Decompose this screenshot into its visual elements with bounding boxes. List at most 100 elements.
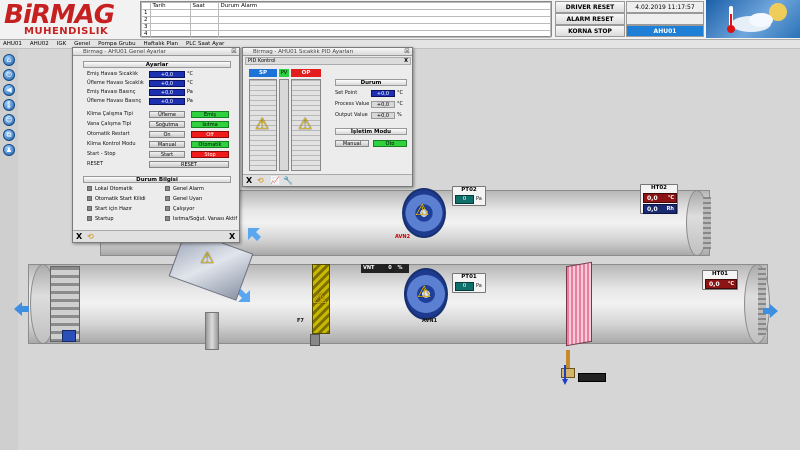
status-label: Genel Uyarı xyxy=(173,196,203,202)
pid-inner-close[interactable]: X xyxy=(404,58,408,65)
inlet-actuator xyxy=(62,330,76,342)
mode-state: Emiş xyxy=(191,111,229,118)
ht01-temp: 0,0 °C xyxy=(705,279,737,289)
ht01-label: HT01 xyxy=(711,271,728,277)
ht01-sensor[interactable]: HT01 0,0 °C xyxy=(702,270,738,290)
filter-label: F7 xyxy=(297,318,304,324)
pt02-value: 0 xyxy=(455,195,474,204)
setting-label: Emiş Havası Basınç xyxy=(87,89,136,95)
sp-header: SP xyxy=(249,69,277,77)
setpoint-label: Set Point xyxy=(335,90,358,96)
setting-value[interactable]: +0,0 xyxy=(149,89,185,96)
ht02-temp-unit: °C xyxy=(667,195,674,201)
ht02-sensor[interactable]: HT02 0,0 °C 0,0 Rh xyxy=(640,184,678,214)
pt01-label: PT01 xyxy=(461,274,477,280)
process-unit: °C xyxy=(397,101,403,107)
setting-label: Üfleme Havası Sıcaklık xyxy=(87,80,144,86)
process-value: +0,0 xyxy=(371,101,395,108)
menu-item-ahu01[interactable]: AHU01 xyxy=(0,40,25,49)
status-led xyxy=(87,196,92,201)
pt02-label: PT02 xyxy=(461,187,477,193)
alarm-col-status: Durum Alarm xyxy=(217,2,551,10)
table-row[interactable]: 3 xyxy=(141,23,551,31)
pid-tool-icon[interactable]: 🔧 xyxy=(283,176,293,185)
temperature-icon[interactable]: 🌡 xyxy=(3,99,15,111)
pid-inner-title: PID Kontrol X xyxy=(245,57,411,65)
settings-titlebar-close-icon[interactable]: ☒ xyxy=(230,48,238,56)
mode-label: Klima Kontrol Modu xyxy=(87,141,136,147)
setting-value[interactable]: +0,0 xyxy=(149,98,185,105)
korna-stop-button[interactable]: KORNA STOP xyxy=(555,25,625,37)
mode-label: Vana Çalışma Tipi xyxy=(87,121,132,127)
table-row[interactable]: 2 xyxy=(141,16,551,24)
settings-close-button[interactable]: X xyxy=(76,232,82,241)
users-icon[interactable]: ☺ xyxy=(3,114,15,126)
table-row[interactable]: 1 xyxy=(141,9,551,17)
pid-chart-icon[interactable]: 📈 xyxy=(270,176,280,185)
process-label: Process Value xyxy=(335,101,370,107)
company-logo: BiRMAG MUHENDISLIK xyxy=(2,0,137,38)
ht02-rh: 0,0 Rh xyxy=(643,204,677,214)
pt01-sensor[interactable]: PT01 0 Pa xyxy=(452,273,486,293)
pid-close-button[interactable]: X xyxy=(246,176,252,185)
mode-button[interactable]: Start xyxy=(149,151,185,158)
reset-button[interactable]: RESET xyxy=(149,161,229,168)
pt02-sensor[interactable]: PT02 0 Pa xyxy=(452,186,486,206)
op-header: OP xyxy=(291,69,321,77)
user-icon[interactable]: ♟ xyxy=(3,144,15,156)
mode-label: Start - Stop xyxy=(87,151,116,157)
upper-duct-grille xyxy=(703,197,711,249)
filter-sensor xyxy=(310,334,320,346)
mode-button[interactable]: On xyxy=(149,131,185,138)
setting-value[interactable]: +0,0 xyxy=(149,71,185,78)
mode-label: Otomatik Restart xyxy=(87,131,130,137)
pt02-unit: Pa xyxy=(476,196,482,202)
left-toolbar: ⌂ ⏻ ◀ 🌡 ☺ ⧉ ♟ xyxy=(0,50,18,450)
airflow-right-arrow-icon xyxy=(763,304,778,318)
home-icon[interactable]: ⌂ xyxy=(3,54,15,66)
alarm-table: Tarih Saat Durum Alarm 1 2 3 4 xyxy=(140,1,552,38)
status-led xyxy=(87,216,92,221)
status-label: Startup xyxy=(95,216,114,222)
status-label: Start için Hazır xyxy=(95,206,132,212)
mode-button[interactable]: Soğutma xyxy=(149,121,185,128)
mode-button[interactable]: Manual xyxy=(149,141,185,148)
setpoint-value[interactable]: +0,0 xyxy=(371,90,395,97)
airflow-left-arrow-icon xyxy=(14,302,29,316)
unit-name-display: AHU01 xyxy=(626,25,704,37)
mode-state: Otomatik xyxy=(191,141,229,148)
settings-close-right-button[interactable]: X xyxy=(229,232,235,241)
pid-refresh-icon[interactable]: ⟲ xyxy=(257,176,264,185)
driver-reset-button[interactable]: DRIVER RESET xyxy=(555,1,625,13)
menu-item-igk[interactable]: IGK xyxy=(54,40,70,49)
status-label: Genel Alarm xyxy=(173,186,204,192)
back-icon[interactable]: ◀ xyxy=(3,84,15,96)
setting-value[interactable]: +0,0 xyxy=(149,80,185,87)
ht01-temp-value: 0,0 xyxy=(709,281,720,288)
ht02-temp-value: 0,0 xyxy=(647,195,658,202)
pid-inner-title-text: PID Kontrol xyxy=(248,58,276,64)
status-led xyxy=(165,196,170,201)
menu-item-ahu02[interactable]: AHU02 xyxy=(27,40,52,49)
status-label: Otomatik Start Kilidi xyxy=(95,196,146,202)
alarm-col-date: Tarih xyxy=(149,2,191,10)
ht02-rh-value: 0,0 xyxy=(647,206,658,213)
header-bar: BiRMAG MUHENDISLIK Tarih Saat Durum Alar… xyxy=(0,0,800,40)
heating-coil[interactable] xyxy=(566,261,592,347)
general-settings-window: Birmag - AHU01 Genel Ayarlar ☒ Ayarlar E… xyxy=(72,47,240,243)
manual-button[interactable]: Manual xyxy=(335,140,369,147)
output-value: +0,0 xyxy=(371,112,395,119)
settings-window-title: Birmag - AHU01 Genel Ayarlar xyxy=(73,48,239,56)
power-icon[interactable]: ⏻ xyxy=(3,69,15,81)
setting-unit: °C xyxy=(187,80,193,86)
pt01-unit: Pa xyxy=(476,283,482,289)
sp-warning-icon: ⚠ xyxy=(255,114,270,133)
mode-button[interactable]: Üfleme xyxy=(149,111,185,118)
network-icon[interactable]: ⧉ xyxy=(3,129,15,141)
pid-titlebar-close-icon[interactable]: ☒ xyxy=(403,48,411,56)
datetime-display: 4.02.2019 11:17:57 xyxy=(626,1,704,13)
alarm-reset-button[interactable]: ALARM RESET xyxy=(555,13,625,25)
oto-button[interactable]: Oto xyxy=(373,140,407,147)
settings-refresh-icon[interactable]: ⟲ xyxy=(87,232,94,241)
table-row[interactable]: 4 xyxy=(141,30,551,38)
